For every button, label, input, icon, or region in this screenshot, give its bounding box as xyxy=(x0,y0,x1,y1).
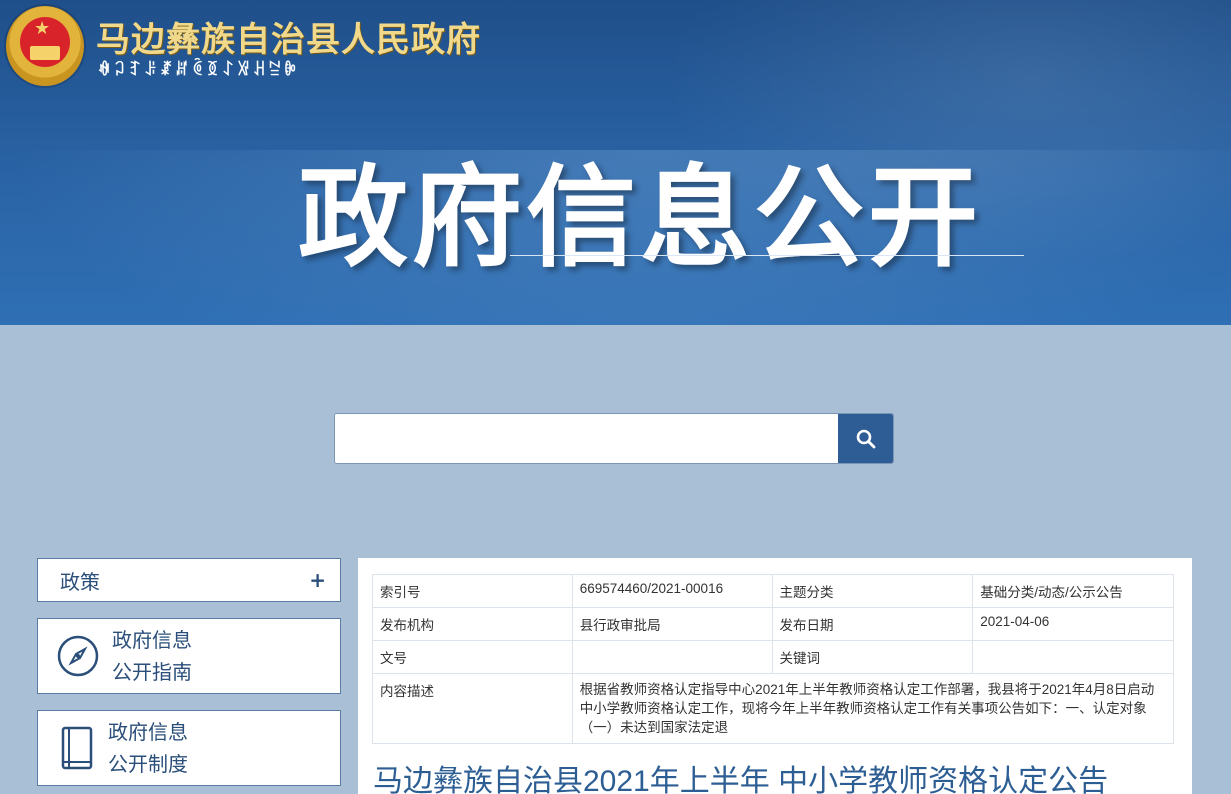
meta-value-description: 根据省教师资格认定指导中心2021年上半年教师资格认定工作部署，我县将于2021… xyxy=(571,673,1175,744)
sidebar-item-label: 政府信息 xyxy=(112,628,192,652)
sidebar-item-label: 公开指南 xyxy=(112,660,192,684)
banner-divider xyxy=(510,255,1024,256)
header-banner: ★ 马边彝族自治县人民政府 ꊿꃀꆈꌠꊨꏦꏱꅉꋍꑟꃅꊂꐊ 政府信息公开 xyxy=(0,0,1231,325)
meta-value xyxy=(972,640,1174,674)
article-panel: 索引号 669574460/2021-00016 主题分类 基础分类/动态/公示… xyxy=(358,558,1192,794)
banner-heading: 政府信息公开 xyxy=(298,154,982,282)
table-row: 索引号 669574460/2021-00016 主题分类 基础分类/动态/公示… xyxy=(372,574,1174,608)
sidebar-item-label: 公开制度 xyxy=(108,752,188,776)
search-bar xyxy=(334,413,894,464)
compass-icon xyxy=(57,635,99,677)
expand-icon[interactable]: + xyxy=(309,568,326,592)
meta-key: 内容描述 xyxy=(372,673,573,744)
site-title[interactable]: 马边彝族自治县人民政府 xyxy=(96,12,481,61)
sidebar-item-label: 政策 xyxy=(60,569,100,594)
meta-value: 2021-04-06 xyxy=(972,607,1174,641)
meta-key: 发布日期 xyxy=(771,607,974,641)
article-title: 马边彝族自治县2021年上半年 中小学教师资格认定公告 xyxy=(373,765,1109,794)
sidebar-item-disclosure-guide[interactable]: 政府信息 公开指南 xyxy=(37,618,341,694)
meta-key: 主题分类 xyxy=(771,574,974,608)
table-row: 发布机构 县行政审批局 发布日期 2021-04-06 xyxy=(372,607,1174,641)
search-button[interactable] xyxy=(838,414,893,463)
search-icon xyxy=(856,429,875,448)
site-subtitle: ꊿꃀꆈꌠꊨꏦꏱꅉꋍꑟꃅꊂꐊ xyxy=(98,60,300,79)
meta-value: 基础分类/动态/公示公告 xyxy=(972,574,1174,608)
metadata-table: 索引号 669574460/2021-00016 主题分类 基础分类/动态/公示… xyxy=(372,574,1175,744)
national-emblem-icon: ★ xyxy=(6,6,84,86)
meta-value: 县行政审批局 xyxy=(571,607,773,641)
meta-key: 关键词 xyxy=(771,640,974,674)
meta-key: 发布机构 xyxy=(372,607,573,641)
table-row: 内容描述 根据省教师资格认定指导中心2021年上半年教师资格认定工作部署，我县将… xyxy=(372,673,1175,744)
sidebar-item-disclosure-system[interactable]: 政府信息 公开制度 xyxy=(37,710,341,786)
table-row: 文号 关键词 xyxy=(372,640,1174,674)
meta-key: 文号 xyxy=(372,640,573,674)
sidebar-item-label: 政府信息 xyxy=(108,720,188,744)
meta-value xyxy=(571,640,773,674)
book-icon xyxy=(61,726,93,770)
sidebar-item-policy[interactable]: 政策 + xyxy=(37,558,341,602)
meta-value: 669574460/2021-00016 xyxy=(571,574,773,608)
search-input[interactable] xyxy=(335,414,838,463)
meta-key: 索引号 xyxy=(372,574,573,608)
